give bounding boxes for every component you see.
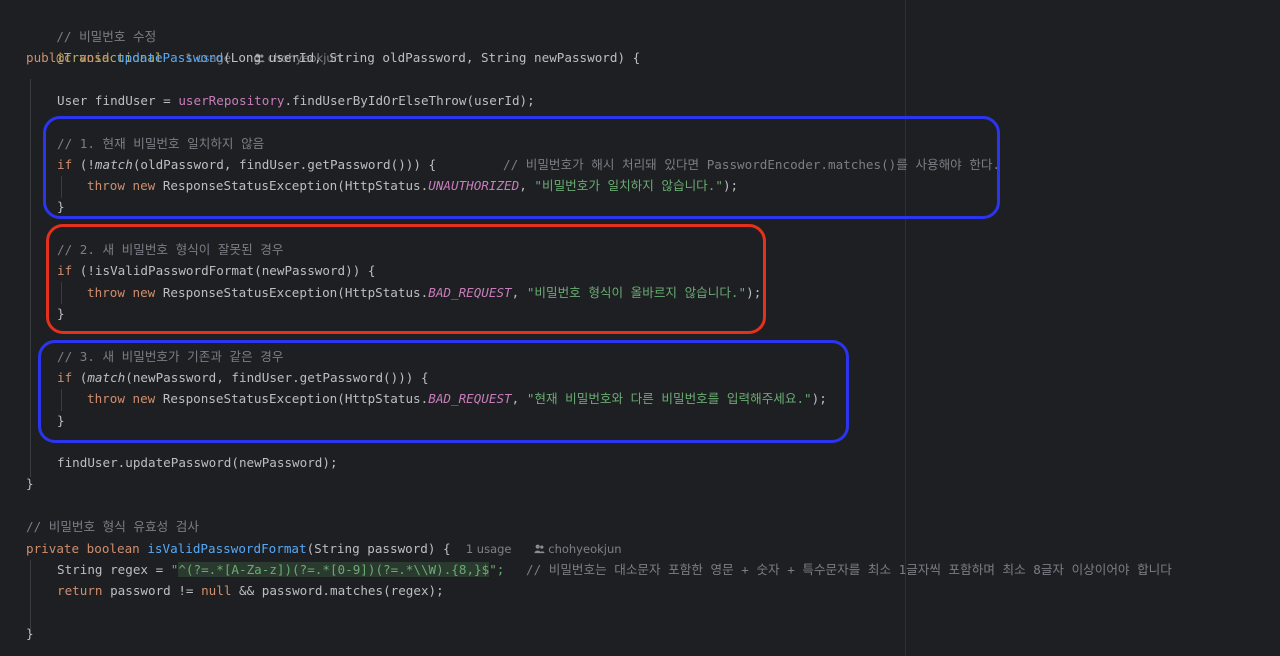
highlight-box-invalid-format: [46, 224, 766, 334]
highlight-box-same-password: [38, 340, 849, 443]
code-line[interactable]: String regex = "^(?=.*[A-Za-z])(?=.*[0-9…: [57, 559, 504, 580]
code-editor[interactable]: // 비밀번호 수정 @Transactional 1 usage chohye…: [0, 0, 1280, 656]
field: userRepository: [178, 93, 285, 108]
comment: // 비밀번호는 대소문자 포함한 영문 + 숫자 + 특수문자를 최소 1글자…: [526, 562, 1172, 577]
comment: // 비밀번호 형식 유효성 검사: [26, 519, 199, 534]
keyword: boolean: [86, 541, 140, 556]
params: (Long userId, String oldPassword, String…: [223, 50, 641, 65]
string: ";: [489, 562, 505, 577]
keyword: void: [79, 50, 110, 65]
code-line[interactable]: private boolean isValidPasswordFormat(St…: [26, 538, 622, 559]
brace: }: [26, 476, 34, 491]
keyword: private: [26, 541, 80, 556]
author-name: chohyeokjun: [548, 542, 622, 556]
usage-hint[interactable]: 1 usage: [466, 542, 512, 556]
right-margin-guide: [905, 0, 906, 656]
keyword: return: [57, 583, 103, 598]
code-text: User findUser =: [57, 93, 179, 108]
highlight-box-unauthorized: [43, 116, 1000, 219]
regex-literal: ^(?=.*[A-Za-z])(?=.*[0-9])(?=.*\\W).{8,}…: [178, 562, 490, 577]
author-icon: [534, 544, 545, 554]
method-name: updatePassword: [117, 50, 224, 65]
code-line[interactable]: return password != null && password.matc…: [57, 580, 444, 601]
indent-guide: [30, 560, 31, 632]
code-line[interactable]: }: [26, 473, 34, 494]
code-line[interactable]: public void updatePassword(Long userId, …: [26, 47, 640, 68]
code-text: findUser.updatePassword(newPassword);: [57, 455, 338, 470]
code-text: password !=: [102, 583, 202, 598]
code-text: .findUserByIdOrElseThrow(userId);: [284, 93, 535, 108]
code-line[interactable]: }: [26, 623, 34, 644]
method-name: isValidPasswordFormat: [147, 541, 307, 556]
brace: }: [26, 626, 34, 641]
code-line[interactable]: @Transactional 1 usage chohyeokjun: [26, 26, 341, 65]
code-text: String regex =: [57, 562, 171, 577]
code-line[interactable]: User findUser = userRepository.findUserB…: [57, 90, 535, 111]
keyword: null: [201, 583, 232, 598]
params: (String password) {: [306, 541, 451, 556]
keyword: public: [26, 50, 72, 65]
code-line[interactable]: // 비밀번호 형식 유효성 검사: [26, 516, 199, 537]
code-line-comment[interactable]: // 비밀번호는 대소문자 포함한 영문 + 숫자 + 특수문자를 최소 1글자…: [526, 559, 1172, 580]
indent-guide: [30, 79, 31, 477]
code-line[interactable]: // 비밀번호 수정: [26, 5, 156, 44]
code-text: && password.matches(regex);: [231, 583, 444, 598]
code-line[interactable]: findUser.updatePassword(newPassword);: [57, 452, 338, 473]
author-hint[interactable]: chohyeokjun: [534, 542, 622, 556]
